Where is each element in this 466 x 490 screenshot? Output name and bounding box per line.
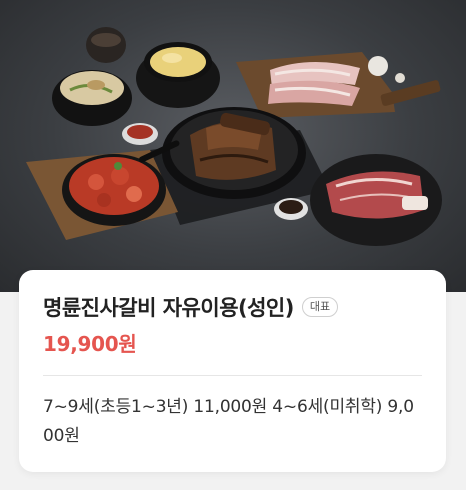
product-description: 7~9세(초등1~3년) 11,000원 4~6세(미취학) 9,000원 <box>43 397 414 446</box>
product-image[interactable] <box>0 0 466 292</box>
representative-badge: 대표 <box>301 297 339 317</box>
food-photo <box>26 27 442 246</box>
galbi-plate <box>162 107 306 199</box>
product-price: 19,900원 <box>43 332 137 356</box>
soup-pot <box>52 70 132 126</box>
product-info-card: 명륜진사갈비 자유이용(성인) 대표 19,900원 7~9세(초등1~3년) … <box>19 270 446 472</box>
title-row: 명륜진사갈비 자유이용(성인) 대표 <box>43 292 339 322</box>
kimchi-pan <box>26 140 180 240</box>
raw-galbi-slate <box>310 154 442 246</box>
product-title: 명륜진사갈비 자유이용(성인) <box>43 296 294 320</box>
egg-stew <box>136 42 220 108</box>
divider <box>43 375 422 376</box>
pork-board <box>236 52 441 118</box>
